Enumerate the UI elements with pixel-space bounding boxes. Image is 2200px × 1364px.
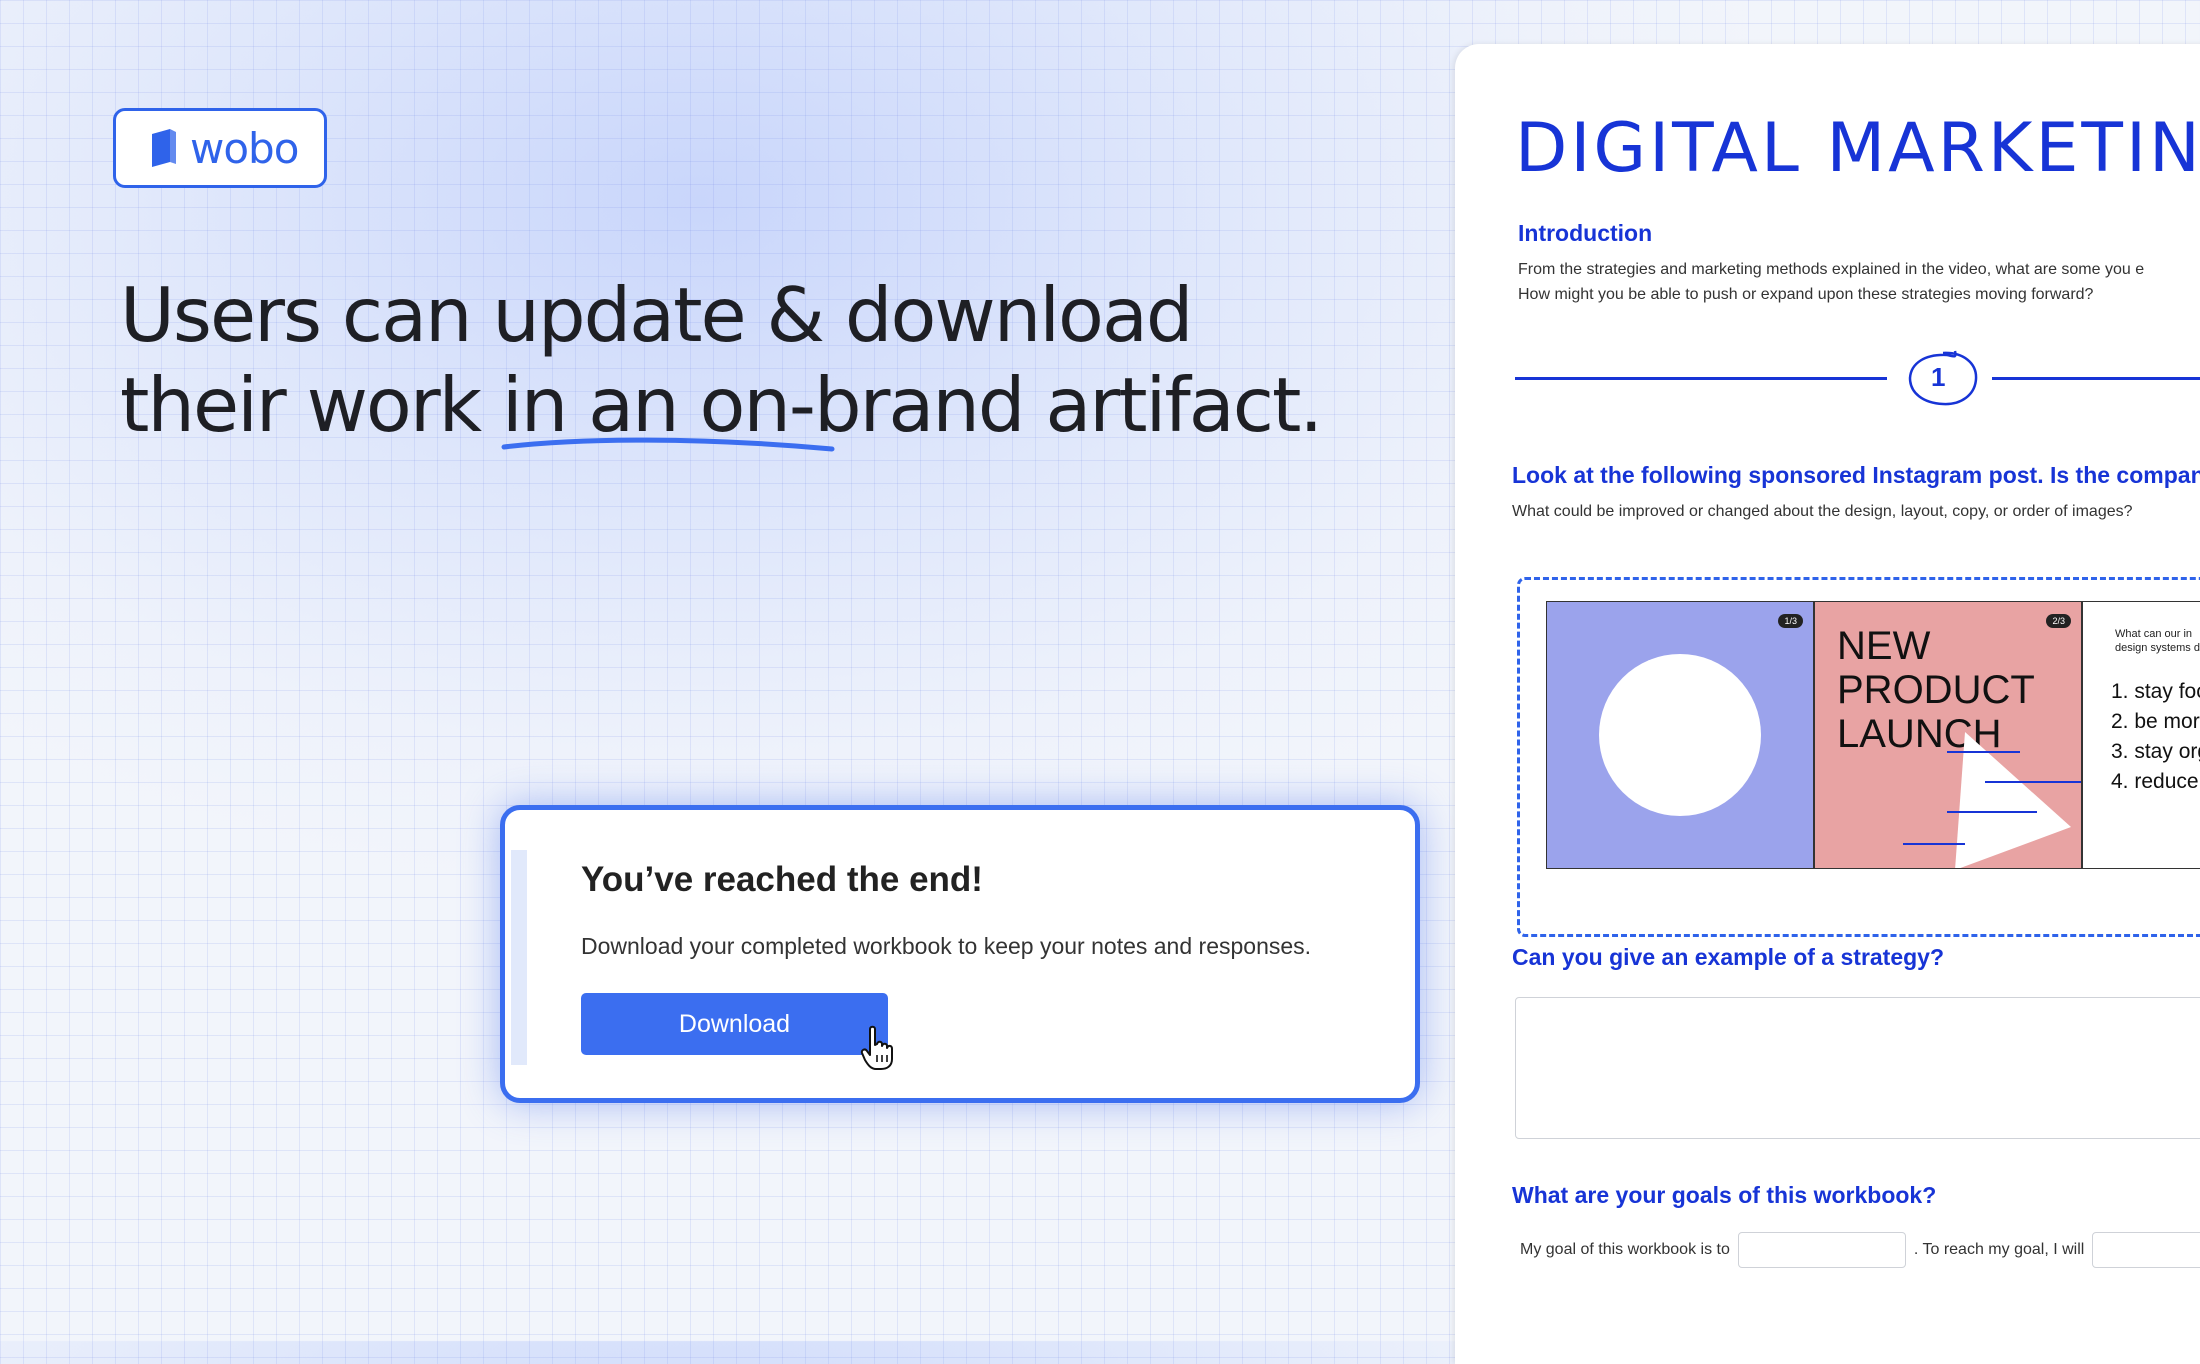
carousel-slide-1: 1/3 <box>1546 601 1814 869</box>
slide-list: 1. stay foc 2. be mor 3. stay org 4. red… <box>2111 677 2200 797</box>
step-number: 1 <box>1931 362 1946 392</box>
list-item: 4. reduce <box>2111 770 2199 793</box>
list-item: 2. be mor <box>2111 710 2200 733</box>
download-button[interactable]: Download <box>581 993 888 1055</box>
headline-underline <box>501 437 835 452</box>
goal-input[interactable] <box>1737 1232 1906 1268</box>
list-item: 1. stay foc <box>2111 680 2200 703</box>
goal-mid-text: . To reach my goal, I will <box>1913 1241 2085 1258</box>
headline-line-1: Users can update & download <box>120 271 1194 359</box>
slide-triangle-graphic <box>1903 732 2081 868</box>
question-goals: What are your goals of this workbook? <box>1512 1182 1937 1208</box>
slide-counter: 1/3 <box>1778 614 1803 628</box>
list-item: 3. stay org <box>2111 740 2200 763</box>
completion-dialog: You’ve reached the end! Download your co… <box>500 805 1420 1103</box>
intro-text-line-2: How might you be able to push or expand … <box>1518 286 2094 303</box>
intro-heading: Introduction <box>1518 220 1653 246</box>
hand-cursor-icon <box>860 1025 893 1070</box>
dialog-accent-bar <box>511 850 527 1065</box>
document-title: DIGITAL MARKETIN <box>1515 109 2200 188</box>
intro-text-line-1: From the strategies and marketing method… <box>1518 261 2145 278</box>
section-divider-right <box>1992 377 2200 380</box>
goal-fill-in-row: My goal of this workbook is to . To reac… <box>1520 1232 2200 1268</box>
dialog-description: Download your completed workbook to keep… <box>581 933 1312 959</box>
logo-wordmark: wobo <box>190 123 299 173</box>
hero-headline: Users can update & download their work i… <box>120 270 1420 450</box>
wobo-logo[interactable]: wobo <box>113 108 327 188</box>
carousel-slide-3: What can our in design systems d 1. stay… <box>2082 601 2200 869</box>
carousel-slide-2: 2/3 NEW PRODUCT LAUNCH <box>1814 601 2082 869</box>
section-divider-left <box>1515 377 1887 380</box>
question-strategy: Can you give an example of a strategy? <box>1512 944 1945 970</box>
slide-question: What can our in design systems d <box>2115 628 2200 654</box>
goal-action-input[interactable] <box>2092 1232 2200 1268</box>
workbook-document: DIGITAL MARKETIN Introduction From the s… <box>1455 44 2200 1364</box>
slide-circle-shape <box>1599 654 1761 816</box>
strategy-answer-textarea[interactable] <box>1515 997 2200 1139</box>
goal-prefix-text: My goal of this workbook is to <box>1520 1241 1730 1258</box>
dialog-title: You’ve reached the end! <box>581 860 983 899</box>
question-instagram: Look at the following sponsored Instagra… <box>1512 462 2200 488</box>
question-instagram-subtext: What could be improved or changed about … <box>1512 503 2133 520</box>
book-logo-icon <box>152 129 176 167</box>
